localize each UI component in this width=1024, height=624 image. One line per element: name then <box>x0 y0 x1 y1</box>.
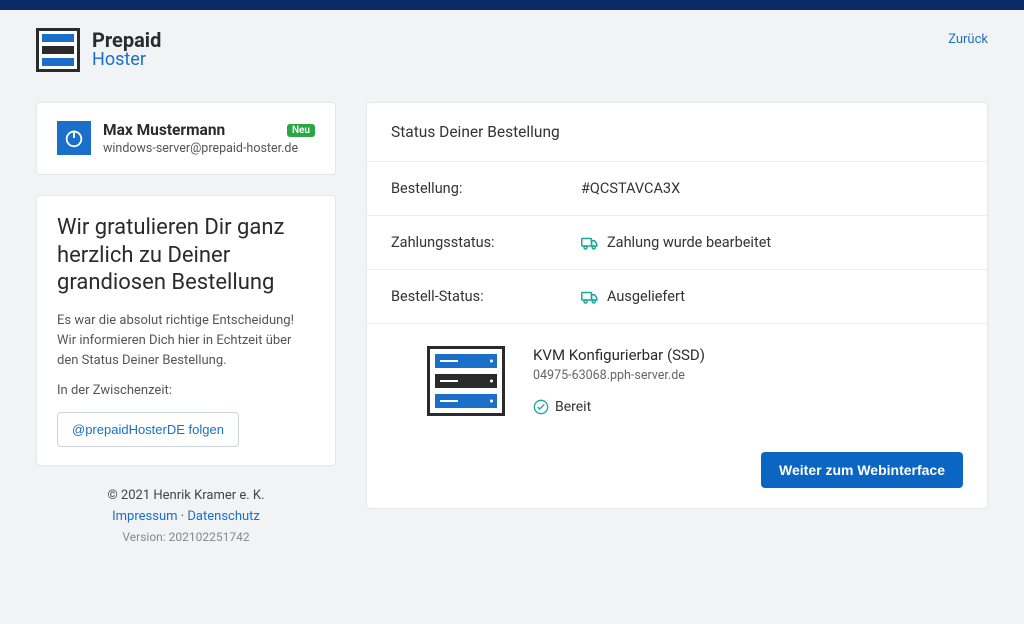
avatar <box>57 121 91 155</box>
brand[interactable]: Prepaid Hoster <box>36 28 161 72</box>
right-column: Status Deiner Bestellung Bestellung: #QC… <box>366 102 988 529</box>
truck-icon <box>581 236 599 250</box>
order-status-card: Status Deiner Bestellung Bestellung: #QC… <box>366 102 988 509</box>
top-accent-bar <box>0 0 1024 10</box>
orderstatus-value: Ausgeliefert <box>607 288 685 305</box>
power-icon <box>63 127 85 149</box>
product-row: KVM Konfigurierbar (SSD) 04975-63068.pph… <box>367 324 987 438</box>
row-order-status: Bestell-Status: Ausgeliefert <box>367 270 987 324</box>
footer-copyright: © 2021 Henrik Kramer e. K. <box>36 486 336 507</box>
brand-logo-icon <box>36 28 80 72</box>
main-container: Max Mustermann Neu windows-server@prepai… <box>0 82 1024 577</box>
truck-icon <box>581 290 599 304</box>
new-badge: Neu <box>287 124 315 137</box>
user-email: windows-server@prepaid-hoster.de <box>103 141 315 156</box>
orderstatus-label: Bestell-Status: <box>391 288 581 305</box>
status-card-title: Status Deiner Bestellung <box>367 103 987 162</box>
payment-value: Zahlung wurde bearbeitet <box>607 234 771 251</box>
product-name: KVM Konfigurierbar (SSD) <box>533 346 963 364</box>
left-column: Max Mustermann Neu windows-server@prepai… <box>36 102 336 547</box>
order-label: Bestellung: <box>391 180 581 197</box>
product-status-label: Bereit <box>555 399 591 415</box>
meanwhile-label: In der Zwischenzeit: <box>57 383 315 398</box>
check-circle-icon <box>533 399 549 415</box>
follow-twitter-button[interactable]: @prepaidHosterDE folgen <box>57 412 239 447</box>
page-header: Prepaid Hoster Zurück <box>0 10 1024 82</box>
congrats-title: Wir gratulieren Dir ganz herzlich zu Dei… <box>57 214 315 297</box>
user-card: Max Mustermann Neu windows-server@prepai… <box>36 102 336 175</box>
brand-text: Prepaid Hoster <box>92 30 161 70</box>
action-row: Weiter zum Webinterface <box>367 438 987 508</box>
back-link[interactable]: Zurück <box>948 32 988 47</box>
congrats-card: Wir gratulieren Dir ganz herzlich zu Dei… <box>36 195 336 466</box>
impressum-link[interactable]: Impressum <box>112 509 177 524</box>
product-logo-icon <box>427 346 505 416</box>
brand-title: Prepaid <box>92 30 161 51</box>
footer-version: Version: 202102251742 <box>36 528 336 547</box>
product-host: 04975-63068.pph-server.de <box>533 368 963 383</box>
brand-subtitle: Hoster <box>92 51 161 70</box>
payment-label: Zahlungsstatus: <box>391 234 581 251</box>
footer: © 2021 Henrik Kramer e. K. Impressum · D… <box>36 486 336 547</box>
congrats-text: Es war die absolut richtige Entscheidung… <box>57 311 315 371</box>
row-payment-status: Zahlungsstatus: Zahlung wurde bearbeitet <box>367 216 987 270</box>
row-order-id: Bestellung: #QCSTAVCA3X <box>367 162 987 216</box>
user-name: Max Mustermann <box>103 121 225 139</box>
order-value: #QCSTAVCA3X <box>581 180 680 197</box>
go-to-webinterface-button[interactable]: Weiter zum Webinterface <box>761 452 963 488</box>
datenschutz-link[interactable]: Datenschutz <box>187 509 259 524</box>
